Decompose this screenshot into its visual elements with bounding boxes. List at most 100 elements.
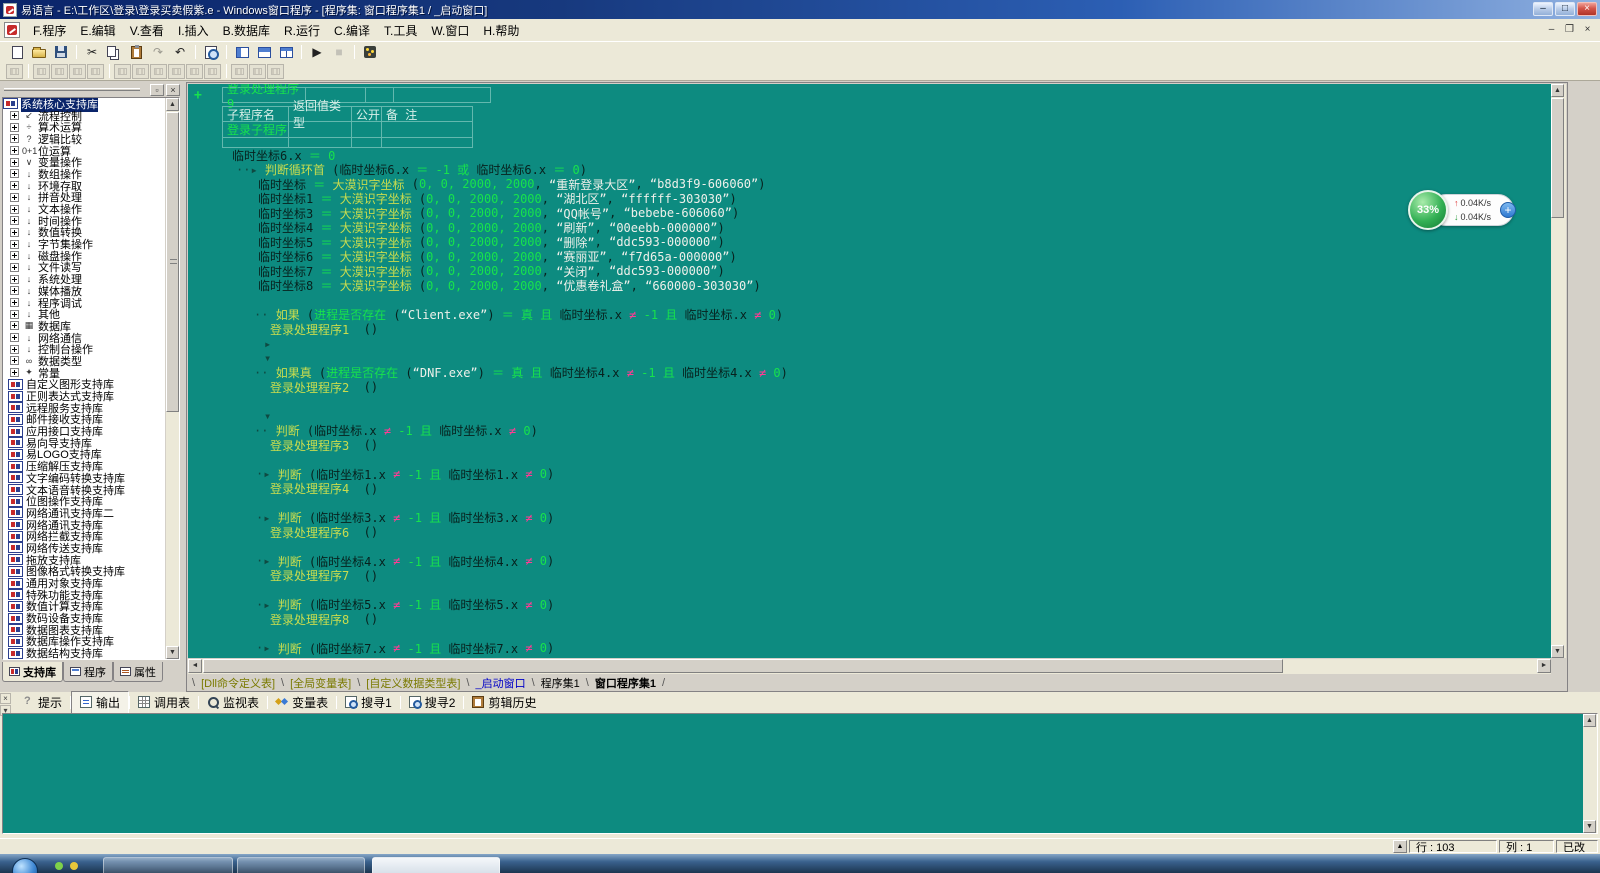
code-line[interactable]: 临时坐标1 ＝ 大漠识字坐标 (0, 0, 2000, 2000, “湖北区”,… [218, 192, 1551, 207]
code-line[interactable] [218, 293, 1551, 308]
code-line[interactable]: 登录处理程序8 () [218, 612, 1551, 627]
editor-tab-程序集1[interactable]: 程序集1 [535, 675, 586, 691]
code-line[interactable]: 临时坐标7 ＝ 大漠识字坐标 (0, 0, 2000, 2000, “关闭”, … [218, 264, 1551, 279]
code-line[interactable]: 临时坐标 ＝ 大漠识字坐标 (0, 0, 2000, 2000, “重新登录大区… [218, 177, 1551, 192]
panel-float-button[interactable]: ▫ [150, 84, 164, 96]
mdi-restore-button[interactable]: ❐ [1561, 22, 1578, 37]
code-line[interactable]: 登录处理程序6 () [218, 525, 1551, 540]
expand-plus-icon[interactable] [10, 333, 19, 342]
expand-plus-icon[interactable] [10, 275, 19, 284]
panel-tab-程序[interactable]: 程序 [63, 662, 113, 682]
expand-plus-icon[interactable] [10, 286, 19, 295]
scroll-up-icon[interactable]: ▲ [166, 98, 179, 111]
fold-toggle-icon[interactable]: + [194, 88, 202, 103]
tree-item[interactable]: 系统核心支持库 [3, 98, 179, 110]
tree-item[interactable]: ∨变量操作 [3, 156, 179, 168]
scroll-down-icon[interactable]: ▼ [1551, 645, 1564, 658]
expand-plus-icon[interactable] [10, 134, 19, 143]
paste-icon[interactable] [125, 43, 147, 61]
undo-icon[interactable]: ↶ [169, 43, 191, 61]
menu-R.运行[interactable]: R.运行 [277, 19, 327, 42]
expand-plus-icon[interactable] [10, 228, 19, 237]
expand-plus-icon[interactable] [10, 368, 19, 377]
menu-H.帮助[interactable]: H.帮助 [476, 19, 526, 42]
subroutine-header-row[interactable]: 登录处理程序9 [222, 87, 491, 103]
panel-tab-支持库[interactable]: 支持库 [2, 662, 63, 682]
split-horizontal-icon[interactable] [253, 43, 275, 61]
editor-hscroll-thumb[interactable] [203, 659, 1283, 673]
library-tree[interactable]: ▲ ▼ 系统核心支持库↙流程控制÷算术运算?逻辑比较0+1位运算∨变量操作↓数组… [2, 97, 180, 660]
editor-horizontal-scrollbar[interactable]: ◄ ► [188, 659, 1551, 674]
output-tab-搜寻2[interactable]: 搜寻2 [401, 692, 464, 713]
code-line[interactable]: 临时坐标5 ＝ 大漠识字坐标 (0, 0, 2000, 2000, “删除”, … [218, 235, 1551, 250]
tree-item[interactable]: ↓数组操作 [3, 168, 179, 180]
code-line[interactable]: 登录处理程序1 () [218, 322, 1551, 337]
output-tab-搜寻1[interactable]: 搜寻1 [337, 692, 400, 713]
code-line[interactable]: ·▸ 判断 (临时坐标4.x ≠ -1 且 临时坐标4.x ≠ 0) [218, 554, 1551, 569]
taskbar-button[interactable] [103, 857, 233, 873]
memory-percent-ball[interactable]: 33% [1408, 190, 1448, 230]
expand-plus-icon[interactable] [10, 146, 19, 155]
menu-C.编译[interactable]: C.编译 [327, 19, 377, 42]
code-line[interactable]: 登录处理程序4 () [218, 482, 1551, 497]
scroll-up-icon[interactable]: ▲ [1583, 714, 1596, 727]
find-icon[interactable] [200, 43, 222, 61]
editor-tab-窗口程序集1[interactable]: 窗口程序集1 [589, 675, 662, 691]
expand-plus-icon[interactable] [10, 111, 19, 120]
panel-close-button[interactable]: × [166, 84, 180, 96]
editor-tab-[Dll命令定义表][interactable]: [Dll命令定义表] [195, 675, 281, 691]
expand-plus-icon[interactable] [10, 240, 19, 249]
tree-item[interactable]: ↓其他 [3, 308, 179, 320]
output-tab-输出[interactable]: 输出 [71, 691, 129, 714]
code-line[interactable]: ··▸ 判断循环首 (临时坐标6.x ＝ -1 或 临时坐标6.x ＝ 0) [218, 163, 1551, 178]
tree-item[interactable]: ↓文本操作 [3, 203, 179, 215]
code-line[interactable]: 登录处理程序3 () [218, 438, 1551, 453]
output-content[interactable] [2, 713, 1598, 834]
expand-plus-icon[interactable] [10, 169, 19, 178]
save-icon[interactable] [50, 43, 72, 61]
code-line[interactable]: ·▸ 判断 (临时坐标5.x ≠ -1 且 临时坐标5.x ≠ 0) [218, 598, 1551, 613]
status-expand-icon[interactable]: ▲ [1393, 840, 1407, 853]
net-monitor-widget[interactable]: 33% ↑0.04K/s ↓0.04K/s + [1408, 190, 1514, 230]
tree-item[interactable]: ↓时间操作 [3, 215, 179, 227]
compile-icon[interactable] [359, 43, 381, 61]
output-tab-变量表[interactable]: 变量表 [268, 692, 336, 713]
subroutine-table[interactable]: 子程序名 返回值类型 公开 备 注 登录子程序 [222, 106, 473, 148]
menu-F.程序[interactable]: F.程序 [26, 19, 73, 42]
panel-drag-grip[interactable] [4, 88, 140, 91]
menu-V.查看[interactable]: V.查看 [123, 19, 171, 42]
tree-scrollbar[interactable]: ▲ ▼ [165, 98, 179, 659]
mdi-close-button[interactable]: × [1579, 22, 1596, 37]
expand-plus-icon[interactable] [10, 193, 19, 202]
code-line[interactable]: ·· 判断 (临时坐标.x ≠ -1 且 临时坐标.x ≠ 0) [218, 424, 1551, 439]
expand-plus-icon[interactable] [10, 345, 19, 354]
editor-tab-[全局变量表][interactable]: [全局变量表] [284, 675, 357, 691]
scroll-left-icon[interactable]: ◄ [188, 659, 202, 673]
expand-plus-icon[interactable] [10, 356, 19, 365]
code-line[interactable]: 临时坐标4 ＝ 大漠识字坐标 (0, 0, 2000, 2000, “刷新”, … [218, 221, 1551, 236]
expand-plus-icon[interactable] [10, 263, 19, 272]
code-area[interactable]: + 登录处理程序9 子程序名 返回值类型 公开 备 注 登录子程序 [188, 84, 1551, 658]
code-line[interactable]: 临时坐标3 ＝ 大漠识字坐标 (0, 0, 2000, 2000, “QQ帐号”… [218, 206, 1551, 221]
output-tab-监视表[interactable]: 监视表 [199, 692, 267, 713]
output-scrollbar[interactable]: ▲ ▼ [1583, 714, 1597, 833]
editor-vertical-scrollbar[interactable]: ▲ ▼ [1551, 84, 1566, 658]
expand-plus-icon[interactable] [10, 251, 19, 260]
copy-icon[interactable] [103, 43, 125, 61]
expand-plus-icon[interactable] [10, 123, 19, 132]
tree-item[interactable]: ?逻辑比较 [3, 133, 179, 145]
menu-I.插入[interactable]: I.插入 [171, 19, 216, 42]
scroll-down-icon[interactable]: ▼ [1583, 820, 1596, 833]
tray-icon[interactable] [55, 862, 63, 870]
expand-plus-icon[interactable] [10, 205, 19, 214]
scroll-down-icon[interactable]: ▼ [166, 646, 179, 659]
tree-item[interactable]: ↓字节集操作 [3, 238, 179, 250]
expand-plus-icon[interactable] [10, 298, 19, 307]
new-file-icon[interactable] [6, 43, 28, 61]
tree-item[interactable]: ↓控制台操作 [3, 343, 179, 355]
mdi-minimize-button[interactable]: – [1543, 22, 1560, 37]
expand-plus-icon[interactable] [10, 310, 19, 319]
tree-item[interactable]: 数据操作支持库一 [3, 659, 179, 660]
code-line[interactable]: ▾ [218, 351, 1551, 366]
run-icon[interactable]: ▶ [306, 43, 328, 61]
